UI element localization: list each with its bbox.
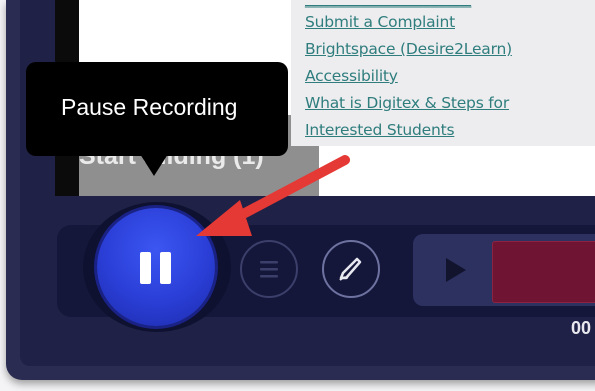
play-icon[interactable] xyxy=(446,258,466,282)
link-brightspace[interactable]: Brightspace (Desire2Learn) xyxy=(305,40,512,58)
link-submit-complaint[interactable]: Submit a Complaint xyxy=(305,13,455,31)
hamburger-menu-icon xyxy=(260,261,278,278)
pause-icon xyxy=(140,252,172,284)
tooltip-tail xyxy=(140,154,168,176)
pause-recording-button[interactable] xyxy=(97,208,215,326)
link-interested-students[interactable]: Interested Students xyxy=(305,121,455,139)
tooltip-text: Pause Recording xyxy=(61,94,238,120)
link-accessibility[interactable]: Accessibility xyxy=(305,67,398,85)
draw-button[interactable] xyxy=(322,240,380,298)
link-cut-off[interactable]: ______________________ xyxy=(305,0,471,8)
pen-draw-icon xyxy=(339,257,362,281)
menu-button[interactable] xyxy=(240,240,298,298)
pause-recording-tooltip: Pause Recording xyxy=(26,62,288,176)
timer-readout: 00 xyxy=(571,318,592,338)
link-digitex-steps[interactable]: What is Digitex & Steps for xyxy=(305,94,509,112)
timeline-segment[interactable] xyxy=(492,241,595,303)
